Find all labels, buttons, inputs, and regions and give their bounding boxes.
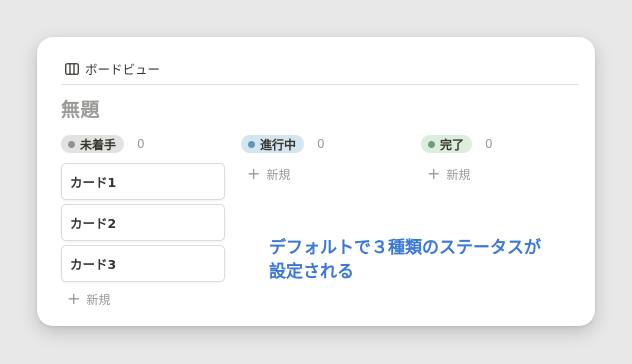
board-view-window: ボードビュー 無題 未着手 0 カード1 カード2 カード3 + 新規 進行中 … <box>37 37 595 326</box>
view-tab-label: ボードビュー <box>85 62 161 77</box>
status-label: 完了 <box>440 137 465 152</box>
status-dot <box>68 140 75 148</box>
column-header: 未着手 0 <box>61 133 225 155</box>
status-pill[interactable]: 完了 <box>421 135 473 153</box>
status-dot <box>248 140 255 148</box>
status-label: 未着手 <box>80 137 117 152</box>
board-card[interactable]: カード2 <box>61 204 225 241</box>
plus-icon: + <box>427 164 441 183</box>
annotation-line: 設定される <box>269 262 354 282</box>
view-tab-board[interactable]: ボードビュー <box>65 59 160 78</box>
plus-icon: + <box>247 164 261 183</box>
status-label: 進行中 <box>260 137 297 152</box>
column-not-started: 未着手 0 カード1 カード2 カード3 + 新規 <box>61 133 225 310</box>
status-pill[interactable]: 進行中 <box>241 135 305 153</box>
column-header: 完了 0 <box>421 133 585 155</box>
new-card-button[interactable]: + 新規 <box>241 163 405 185</box>
column-count: 0 <box>485 137 493 151</box>
board-icon <box>65 62 79 75</box>
board-card[interactable]: カード1 <box>61 163 225 200</box>
header-divider <box>61 84 579 85</box>
new-card-label: 新規 <box>86 292 111 307</box>
column-count: 0 <box>137 137 145 151</box>
board-card[interactable]: カード3 <box>61 245 225 282</box>
card-title: カード3 <box>70 257 117 272</box>
plus-icon: + <box>67 289 81 308</box>
column-in-progress: 進行中 0 + 新規 <box>241 133 405 185</box>
column-header: 進行中 0 <box>241 133 405 155</box>
new-card-label: 新規 <box>446 167 471 182</box>
card-title: カード2 <box>70 216 117 231</box>
new-card-label: 新規 <box>266 167 291 182</box>
card-list: カード1 カード2 カード3 <box>61 163 225 282</box>
annotation-caption: デフォルトで３種類のステータスが 設定される <box>269 236 589 284</box>
new-card-button[interactable]: + 新規 <box>61 288 225 310</box>
column-done: 完了 0 + 新規 <box>421 133 585 185</box>
annotation-line: デフォルトで３種類のステータスが <box>269 238 541 258</box>
status-dot <box>428 140 435 148</box>
status-pill[interactable]: 未着手 <box>61 135 125 153</box>
card-title: カード1 <box>70 175 117 190</box>
page-title[interactable]: 無題 <box>61 95 100 122</box>
column-count: 0 <box>317 137 325 151</box>
new-card-button[interactable]: + 新規 <box>421 163 585 185</box>
